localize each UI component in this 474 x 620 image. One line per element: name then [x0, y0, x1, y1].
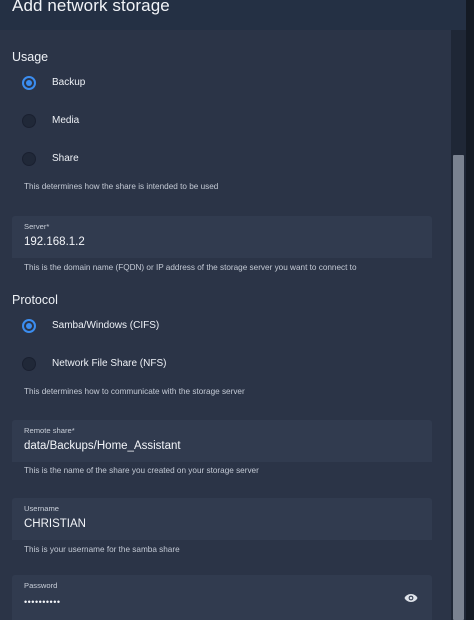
- usage-option-label: Media: [52, 115, 80, 126]
- window-edge: [466, 0, 474, 620]
- dialog-content: Usage Backup Media Share This determines…: [0, 30, 451, 620]
- radio-cifs[interactable]: [22, 319, 36, 333]
- dialog-title: Add network storage: [12, 0, 170, 15]
- usage-option-label: Backup: [52, 77, 86, 88]
- radio-share[interactable]: [22, 152, 36, 166]
- remote-share-helper-text: This is the name of the share you create…: [24, 466, 259, 475]
- password-field-label: Password: [24, 581, 58, 590]
- radio-backup[interactable]: [22, 76, 36, 90]
- radio-media[interactable]: [22, 114, 36, 128]
- protocol-option-nfs[interactable]: Network File Share (NFS): [22, 356, 322, 376]
- username-field-value[interactable]: CHRISTIAN: [24, 518, 86, 530]
- protocol-helper-text: This determines how to communicate with …: [24, 387, 245, 396]
- password-field[interactable]: Password ••••••••••: [12, 575, 432, 620]
- server-field-value[interactable]: 192.168.1.2: [24, 236, 85, 248]
- server-field-label: Server*: [24, 222, 50, 231]
- protocol-heading: Protocol: [12, 293, 58, 307]
- usage-option-share[interactable]: Share: [22, 151, 322, 171]
- remote-share-field-label: Remote share*: [24, 426, 75, 435]
- password-field-value[interactable]: ••••••••••: [24, 597, 61, 607]
- usage-option-media[interactable]: Media: [22, 113, 322, 133]
- radio-nfs[interactable]: [22, 357, 36, 371]
- dialog-header: Add network storage: [0, 0, 474, 30]
- remote-share-field[interactable]: Remote share* data/Backups/Home_Assistan…: [12, 420, 432, 462]
- add-network-storage-dialog: Add network storage Usage Backup Media S…: [0, 0, 474, 620]
- usage-helper-text: This determines how the share is intende…: [24, 182, 219, 191]
- server-helper-text: This is the domain name (FQDN) or IP add…: [24, 263, 357, 272]
- remote-share-field-value[interactable]: data/Backups/Home_Assistant: [24, 440, 181, 452]
- usage-option-label: Share: [52, 153, 79, 164]
- protocol-option-cifs[interactable]: Samba/Windows (CIFS): [22, 318, 322, 338]
- protocol-option-label: Network File Share (NFS): [52, 358, 167, 369]
- server-field[interactable]: Server* 192.168.1.2: [12, 216, 432, 258]
- scrollbar-thumb[interactable]: [453, 155, 464, 620]
- eye-icon[interactable]: [404, 590, 418, 602]
- protocol-option-label: Samba/Windows (CIFS): [52, 320, 160, 331]
- username-field-label: Username: [24, 504, 60, 513]
- usage-option-backup[interactable]: Backup: [22, 75, 322, 95]
- username-field[interactable]: Username CHRISTIAN: [12, 498, 432, 540]
- scrollbar[interactable]: [451, 30, 466, 620]
- username-helper-text: This is your username for the samba shar…: [24, 545, 180, 554]
- usage-heading: Usage: [12, 50, 49, 64]
